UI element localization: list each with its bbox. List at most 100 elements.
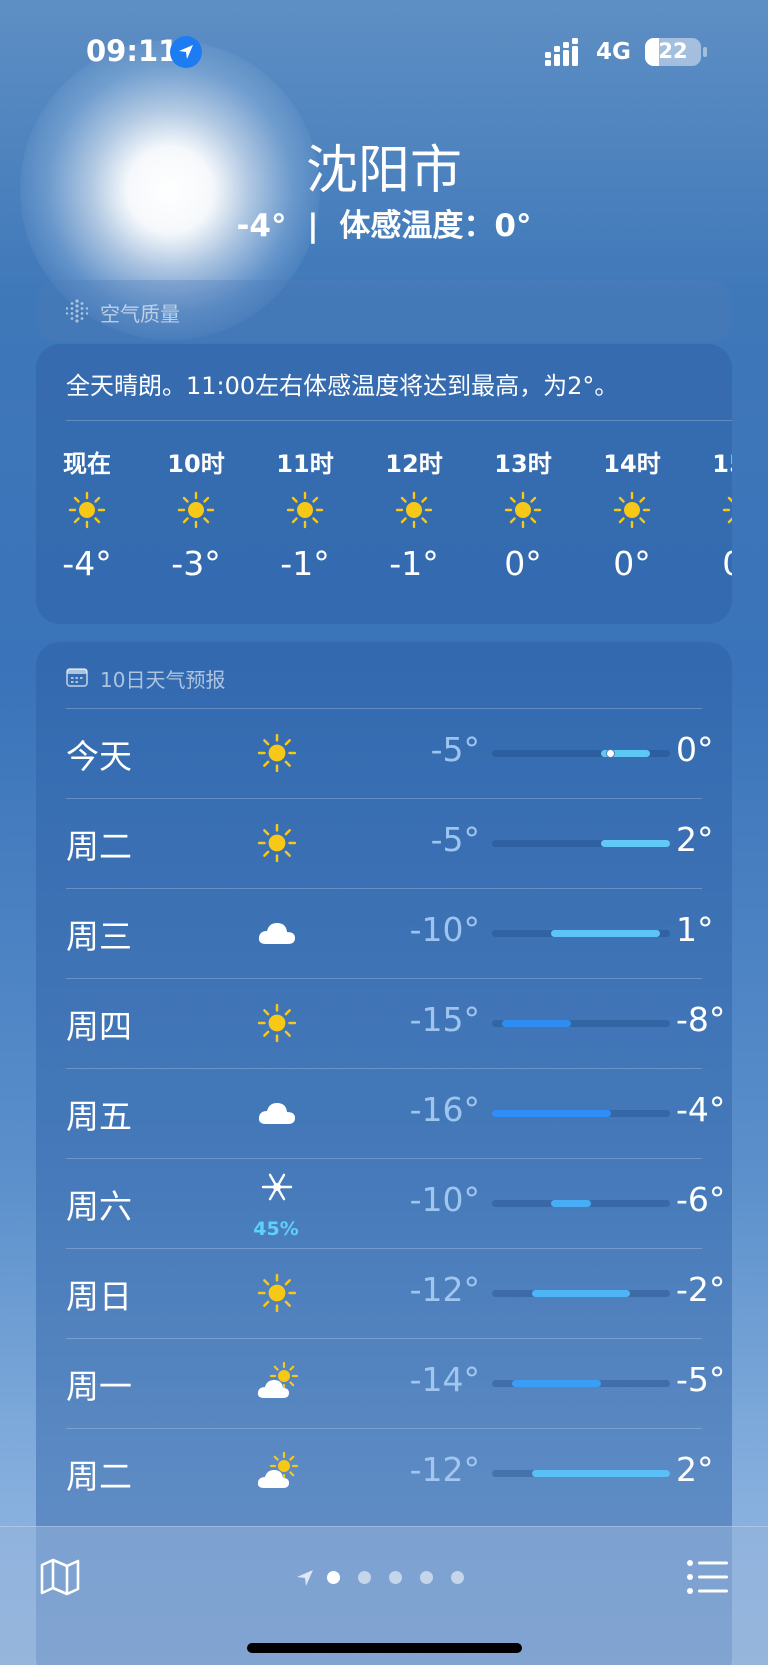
hour-label: 14时: [603, 450, 661, 478]
daily-forecast-card[interactable]: 10日天气预报 今天 -5° 0° 周二 -5° 2° 周三 -10° 1° 周四 -15° -8° 周…: [36, 642, 732, 1665]
low-temp: -10°: [409, 1180, 480, 1219]
air-quality-card[interactable]: 空气质量: [36, 280, 732, 342]
temp-range-bar: [551, 1200, 591, 1207]
sun-icon: [285, 490, 325, 530]
temp-range-bar: [551, 930, 661, 937]
location-arrow-icon: [170, 36, 202, 68]
temp-range-bar: [531, 1470, 670, 1477]
row-divider: [66, 978, 702, 979]
snowflake-icon: [256, 1170, 298, 1212]
hour-label: 15时: [712, 450, 732, 478]
precip-chance: 45%: [253, 1218, 299, 1240]
day-row[interactable]: 周五 -16° -4°: [66, 1068, 725, 1158]
current-temp: -4°: [236, 208, 287, 244]
partly-sunny-icon: [256, 1451, 299, 1494]
row-divider: [66, 888, 702, 889]
hour-temp: -3°: [171, 544, 221, 583]
city-name: 沈阳市: [305, 141, 462, 201]
low-temp: -10°: [409, 910, 480, 949]
sun-icon: [612, 490, 652, 530]
battery-tip: [703, 47, 707, 57]
hour-label: 13时: [494, 450, 552, 478]
temp-range-bar: [600, 840, 670, 847]
day-row[interactable]: 周日 -12° -2°: [66, 1248, 725, 1338]
hour-temp: -1°: [389, 544, 439, 583]
low-temp: -15°: [409, 1000, 480, 1039]
high-temp: -8°: [676, 1000, 726, 1039]
list-icon[interactable]: [686, 1557, 730, 1597]
hour-item: 现在 -4°: [36, 444, 142, 583]
day-row[interactable]: 周二 -5° 2°: [66, 798, 714, 888]
temp-range-bar: [531, 1290, 631, 1297]
day-name: 今天: [66, 737, 132, 776]
page-dot[interactable]: [389, 1571, 402, 1584]
hour-item: 11时 -1°: [250, 444, 360, 583]
temp-range-track: [492, 840, 670, 847]
day-name: 周日: [66, 1277, 132, 1316]
day-name: 周六: [66, 1187, 132, 1226]
day-name: 周五: [66, 1097, 132, 1136]
page-dot[interactable]: [420, 1571, 433, 1584]
temp-range-track: [492, 1290, 670, 1297]
temp-range-bar: [492, 1110, 611, 1117]
cloud-icon: [256, 1092, 298, 1134]
day-row[interactable]: 周四 -15° -8°: [66, 978, 725, 1068]
current-conditions: -4° | 体感温度：0°: [0, 200, 768, 245]
hour-temp: 0°: [504, 544, 542, 583]
temp-range-bar: [511, 1380, 601, 1387]
hour-item: 10时 -3°: [141, 444, 251, 583]
temp-range-track: [492, 1470, 670, 1477]
air-quality-icon: [65, 299, 89, 323]
high-temp: 0°: [676, 730, 714, 769]
day-name: 周一: [66, 1367, 132, 1406]
high-temp: 1°: [676, 910, 714, 949]
page-dot[interactable]: [451, 1571, 464, 1584]
sun-icon: [67, 490, 107, 530]
calendar-icon: [66, 668, 88, 687]
sun-icon: [503, 490, 543, 530]
cloud-icon: [256, 912, 298, 954]
day-row[interactable]: 周六 45% -10° -6°: [66, 1158, 725, 1248]
hour-item: 15时 0°: [686, 444, 732, 583]
temp-range-track: [492, 1200, 670, 1207]
hourly-divider: [66, 420, 732, 421]
row-divider: [66, 1248, 702, 1249]
status-time: 09:11: [86, 34, 179, 68]
page-dot[interactable]: [327, 1571, 340, 1584]
sun-icon: [256, 822, 298, 864]
day-row[interactable]: 今天 -5° 0°: [66, 708, 714, 798]
hour-label: 12时: [385, 450, 443, 478]
hour-temp: -1°: [280, 544, 330, 583]
network-type: 4G: [596, 39, 631, 65]
hourly-scroller[interactable]: 现在 -4° 10时 -3° 11时 -1° 12时 -1° 13时 0° 14时 0° 15时 0°: [36, 444, 732, 614]
day-name: 周三: [66, 917, 132, 956]
partly-sunny-icon: [256, 1361, 299, 1404]
page-dot[interactable]: [358, 1571, 371, 1584]
hour-item: 13时 0°: [468, 444, 578, 583]
page-indicator[interactable]: [296, 1567, 496, 1587]
day-row[interactable]: 周三 -10° 1°: [66, 888, 714, 978]
signal-icon: [545, 38, 578, 66]
low-temp: -5°: [430, 730, 480, 769]
battery-level: 22: [658, 39, 688, 63]
battery-icon: 22: [645, 38, 701, 66]
air-quality-label: 空气质量: [100, 302, 180, 326]
sun-icon: [176, 490, 216, 530]
high-temp: 2°: [676, 820, 714, 859]
temp-range-bar: [501, 1020, 572, 1027]
high-temp: -6°: [676, 1180, 726, 1219]
separator: |: [307, 208, 319, 244]
hour-label: 现在: [63, 450, 111, 478]
row-divider: [66, 708, 702, 709]
temp-range-track: [492, 1380, 670, 1387]
daily-forecast-title: 10日天气预报: [100, 668, 226, 692]
day-row[interactable]: 周一 -14° -5°: [66, 1338, 725, 1428]
location-page-icon: [297, 1570, 313, 1586]
sun-icon: [394, 490, 434, 530]
map-icon[interactable]: [38, 1555, 82, 1599]
hour-temp: -4°: [62, 544, 112, 583]
hourly-forecast-card[interactable]: 全天晴朗。11:00左右体感温度将达到最高，为2°。 现在 -4° 10时 -3° 11…: [36, 344, 732, 624]
day-row[interactable]: 周二 -12° 2°: [66, 1428, 714, 1518]
high-temp: -4°: [676, 1090, 726, 1129]
hour-label: 11时: [276, 450, 334, 478]
